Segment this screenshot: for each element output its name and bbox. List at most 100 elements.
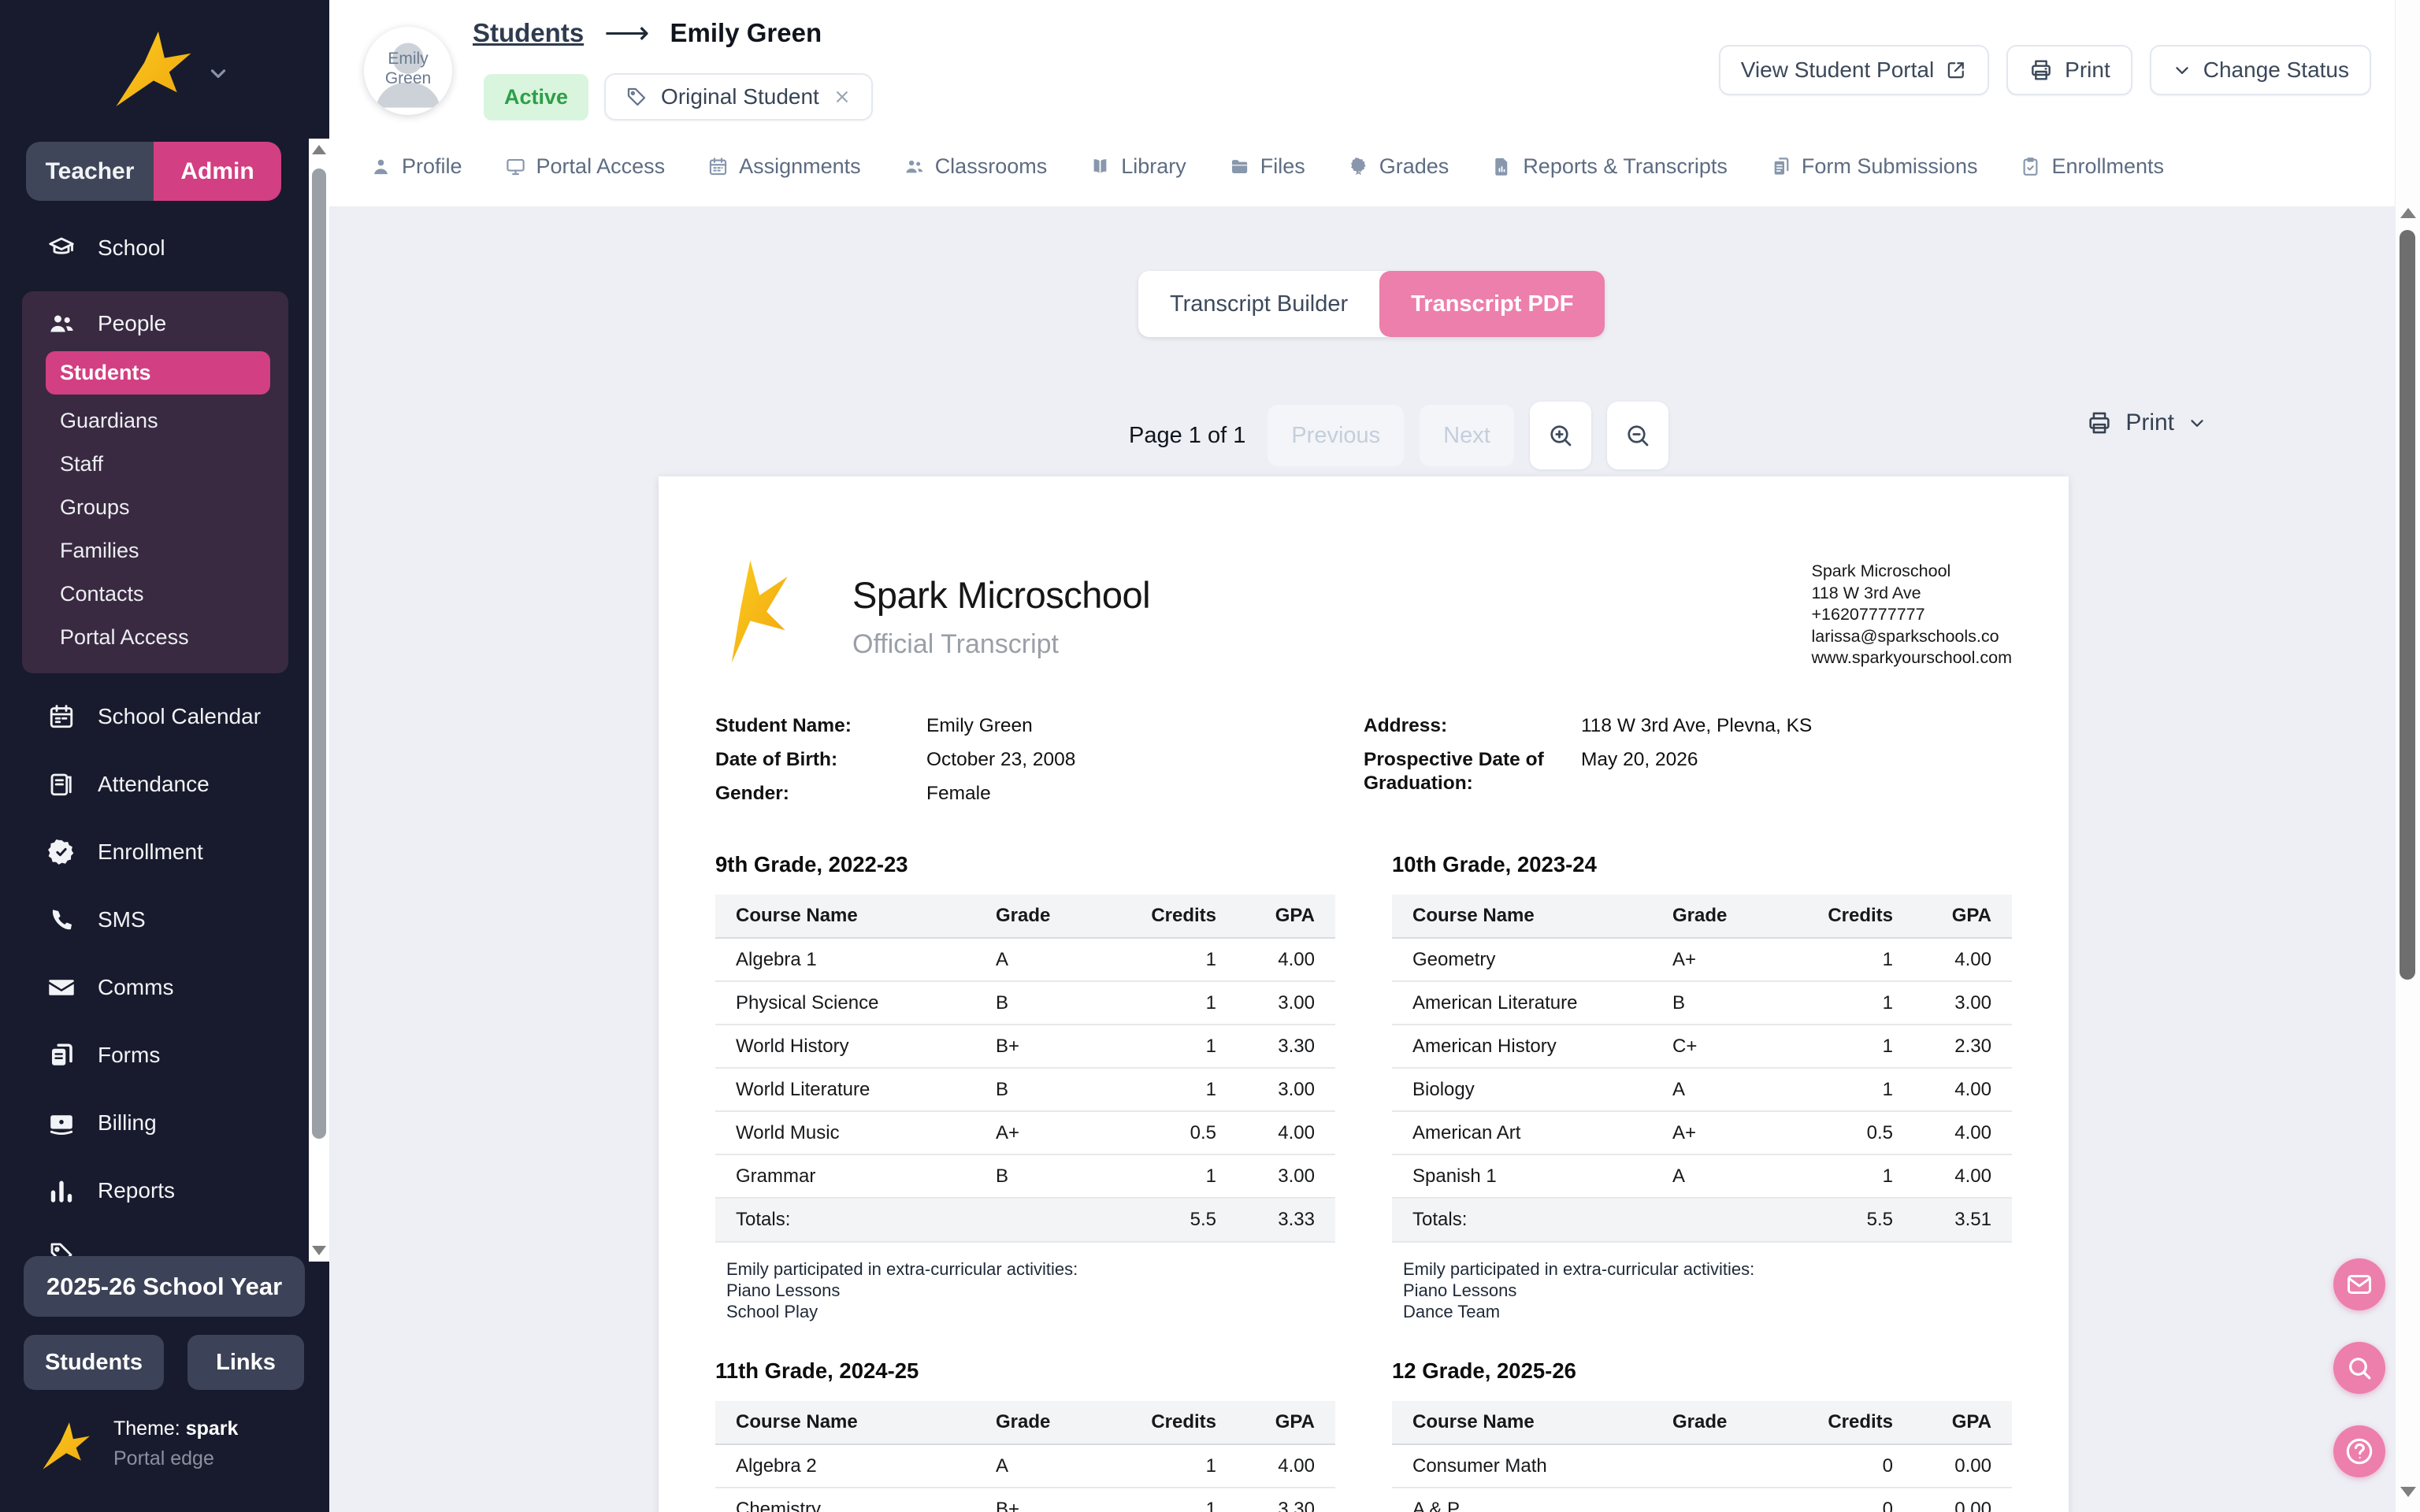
- sidebar-item-billing[interactable]: Billing: [0, 1099, 309, 1147]
- table-row: A & P00.00: [1392, 1488, 2012, 1512]
- zoom-in-icon: [1546, 421, 1575, 450]
- contact-phone: +16207777777: [1811, 604, 2012, 626]
- tab-profile[interactable]: Profile: [370, 154, 462, 179]
- badge-check-icon: [47, 838, 76, 866]
- message-fab-button[interactable]: [2333, 1258, 2385, 1310]
- money-icon: [47, 1109, 76, 1137]
- graduation-label: Prospective Date of Graduation:: [1364, 748, 1581, 795]
- sidebar-item-portal-access[interactable]: Portal Access: [22, 616, 288, 659]
- transcript-letterhead: Spark Microschool Official Transcript Sp…: [715, 559, 2012, 673]
- sidebar-item-attendance[interactable]: Attendance: [0, 760, 309, 809]
- document-chart-icon: [1491, 156, 1512, 177]
- print-button[interactable]: Print: [2006, 45, 2132, 95]
- sidebar-item-school[interactable]: School: [0, 224, 309, 272]
- tab-portal-access[interactable]: Portal Access: [505, 154, 666, 179]
- zoom-out-button[interactable]: [1607, 402, 1668, 469]
- help-fab-button[interactable]: [2333, 1425, 2385, 1477]
- theme-label: Theme: spark: [113, 1418, 238, 1440]
- remove-tag-icon[interactable]: [832, 87, 852, 107]
- sidebar-item-label: School Calendar: [98, 704, 261, 729]
- graduation-value: May 20, 2026: [1581, 748, 1698, 795]
- tab-reports-transcripts[interactable]: Reports & Transcripts: [1491, 154, 1728, 179]
- sidebar-item-label: School: [98, 235, 165, 261]
- scroll-down-arrow[interactable]: [2400, 1487, 2416, 1497]
- sidebar-item-people[interactable]: People: [22, 299, 288, 348]
- envelope-icon: [2345, 1270, 2374, 1299]
- search-fab-button[interactable]: [2333, 1342, 2385, 1394]
- breadcrumb-students-link[interactable]: Students: [473, 18, 584, 48]
- page-indicator: Page 1 of 1: [1129, 423, 1245, 449]
- sidebar-item-families[interactable]: Families: [22, 529, 288, 573]
- role-toggle-admin[interactable]: Admin: [154, 142, 281, 201]
- sidebar-item-staff[interactable]: Staff: [22, 443, 288, 486]
- sidebar-item-school-calendar[interactable]: School Calendar: [0, 692, 309, 741]
- section-title: 9th Grade, 2022-23: [715, 852, 1335, 877]
- sidebar-item-contacts[interactable]: Contacts: [22, 573, 288, 616]
- theme-subtitle: Portal edge: [113, 1447, 238, 1470]
- links-shortcut-button[interactable]: Links: [187, 1335, 304, 1390]
- org-switcher-chevron-icon[interactable]: [206, 61, 230, 85]
- gender-label: Gender:: [715, 782, 926, 806]
- chevron-down-icon: [2172, 60, 2192, 80]
- tab-transcript-builder[interactable]: Transcript Builder: [1138, 271, 1379, 337]
- tab-library[interactable]: Library: [1089, 154, 1186, 179]
- view-student-portal-button[interactable]: View Student Portal: [1719, 45, 1989, 95]
- tag-icon: [625, 85, 648, 109]
- graduation-cap-icon: [47, 234, 76, 262]
- floating-actions: [2333, 1258, 2385, 1477]
- students-shortcut-button[interactable]: Students: [24, 1335, 164, 1390]
- table-row: Spanish 1A14.00: [1392, 1155, 2012, 1199]
- sidebar-scrollbar[interactable]: [309, 139, 329, 1262]
- tab-transcript-pdf[interactable]: Transcript PDF: [1379, 271, 1605, 337]
- sidebar-item-guardians[interactable]: Guardians: [22, 399, 288, 443]
- table-row: Physical ScienceB13.00: [715, 982, 1335, 1025]
- previous-page-button[interactable]: Previous: [1268, 405, 1404, 466]
- gender-value: Female: [926, 782, 991, 806]
- zoom-in-button[interactable]: [1530, 402, 1591, 469]
- external-link-icon: [1945, 59, 1967, 81]
- tab-grades[interactable]: Grades: [1348, 154, 1449, 179]
- tab-classrooms[interactable]: Classrooms: [904, 154, 1048, 179]
- totals-row: Totals:5.53.51: [1392, 1199, 2012, 1243]
- school-year-selector[interactable]: 2025-26 School Year: [24, 1256, 305, 1317]
- sidebar-item-enrollment[interactable]: Enrollment: [0, 828, 309, 876]
- sidebar-item-label: Forms: [98, 1043, 160, 1068]
- notebook-icon: [47, 770, 76, 799]
- table-row: BiologyA14.00: [1392, 1069, 2012, 1112]
- change-status-button[interactable]: Change Status: [2150, 45, 2371, 95]
- sidebar-item-students[interactable]: Students: [46, 351, 270, 395]
- student-name-label: Student Name:: [715, 714, 926, 738]
- tab-bar: Profile Portal Access Assignments Classr…: [370, 154, 2164, 179]
- app-window: Teacher Admin School People Students Gua…: [0, 0, 2420, 1512]
- sidebar-scroll-thumb[interactable]: [312, 169, 326, 1139]
- sidebar-item-sms[interactable]: SMS: [0, 895, 309, 944]
- tab-assignments[interactable]: Assignments: [707, 154, 861, 179]
- student-tag[interactable]: Original Student: [604, 73, 873, 120]
- sidebar-scroll-up-arrow[interactable]: [312, 145, 326, 154]
- page-scrollbar[interactable]: [2395, 0, 2420, 1512]
- sidebar-item-comms[interactable]: Comms: [0, 963, 309, 1012]
- spark-logo-icon[interactable]: [113, 32, 191, 106]
- table-header-row: Course NameGradeCreditsGPA: [1392, 895, 2012, 939]
- grades-table: Course NameGradeCreditsGPA Algebra 1A14.…: [715, 895, 1335, 1243]
- pdf-print-control[interactable]: Print: [2086, 410, 2207, 436]
- envelope-icon: [47, 973, 76, 1002]
- contact-address: 118 W 3rd Ave: [1811, 583, 2012, 605]
- status-row: Active Original Student: [484, 73, 873, 120]
- activities-note: Emily participated in extra-curricular a…: [1392, 1258, 2012, 1322]
- next-page-button[interactable]: Next: [1420, 405, 1514, 466]
- sidebar-item-forms[interactable]: Forms: [0, 1031, 309, 1080]
- tab-form-submissions[interactable]: Form Submissions: [1770, 154, 1978, 179]
- tab-enrollments[interactable]: Enrollments: [2020, 154, 2164, 179]
- sidebar-item-groups[interactable]: Groups: [22, 486, 288, 529]
- sidebar-scroll-down-arrow[interactable]: [312, 1246, 326, 1255]
- sidebar-item-label: Comms: [98, 975, 173, 1000]
- scroll-thumb[interactable]: [2400, 230, 2415, 980]
- avatar[interactable]: Emily Green: [364, 27, 452, 115]
- scroll-up-arrow[interactable]: [2400, 208, 2416, 218]
- role-toggle-teacher[interactable]: Teacher: [26, 142, 154, 201]
- sidebar-item-reports[interactable]: Reports: [0, 1166, 309, 1215]
- header-actions: View Student Portal Print Change Status: [1719, 45, 2371, 95]
- printer-icon: [2086, 410, 2113, 436]
- tab-files[interactable]: Files: [1229, 154, 1305, 179]
